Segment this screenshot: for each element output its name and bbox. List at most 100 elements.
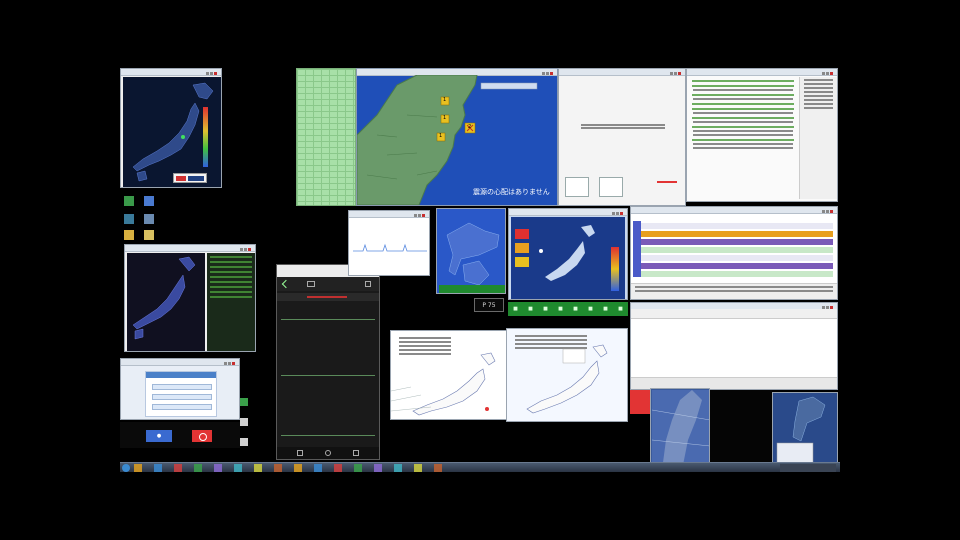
app-icon[interactable]	[240, 418, 248, 426]
minimize-icon[interactable]	[822, 72, 825, 75]
window-controls[interactable]	[223, 360, 237, 365]
window-titlebar[interactable]	[349, 211, 429, 218]
window-titlebar[interactable]	[509, 209, 627, 216]
minimize-icon[interactable]	[670, 72, 673, 75]
clock-icon[interactable]	[434, 464, 442, 472]
folder-icon[interactable]	[124, 214, 134, 224]
menu-icon[interactable]	[365, 281, 371, 287]
calc-icon[interactable]	[314, 464, 322, 472]
recent-icon[interactable]	[353, 450, 359, 456]
close-icon[interactable]	[830, 72, 833, 75]
back-icon[interactable]	[281, 279, 291, 289]
window-controls[interactable]	[205, 70, 219, 75]
close-icon[interactable]	[830, 210, 833, 213]
folder-icon[interactable]	[124, 230, 134, 240]
log-window[interactable]	[686, 68, 838, 202]
app-icon[interactable]	[144, 214, 154, 224]
form-field[interactable]	[152, 384, 212, 390]
close-icon[interactable]	[620, 212, 623, 215]
maximize-icon[interactable]	[826, 72, 829, 75]
event-list-window[interactable]	[630, 206, 838, 300]
folder-icon[interactable]	[134, 464, 142, 472]
drive-icon[interactable]	[144, 196, 154, 206]
minimize-icon[interactable]	[240, 248, 243, 251]
home-icon[interactable]	[307, 281, 315, 287]
network-icon[interactable]	[124, 196, 134, 206]
window-controls[interactable]	[413, 212, 427, 217]
maximize-icon[interactable]	[418, 214, 421, 217]
back-icon[interactable]	[297, 450, 303, 456]
minimize-icon[interactable]	[612, 212, 615, 215]
maximize-icon[interactable]	[826, 210, 829, 213]
quake-info-window[interactable]	[508, 208, 628, 300]
chart-icon[interactable]	[254, 464, 262, 472]
start-button[interactable]: ●	[146, 430, 172, 442]
photo-icon[interactable]	[394, 464, 402, 472]
window-titlebar[interactable]	[125, 245, 255, 252]
list-item[interactable]	[641, 263, 833, 269]
chat-icon[interactable]	[274, 464, 282, 472]
app-icon[interactable]	[240, 398, 248, 406]
maximize-icon[interactable]	[210, 72, 213, 75]
list-item[interactable]	[641, 271, 833, 277]
close-icon[interactable]	[422, 214, 425, 217]
minimize-icon[interactable]	[206, 72, 209, 75]
dialog-window[interactable]	[558, 68, 686, 206]
form-field[interactable]	[152, 394, 212, 400]
satellite-map-window[interactable]	[772, 392, 838, 470]
window-titlebar[interactable]	[687, 69, 837, 76]
quake-map-window-small[interactable]	[120, 68, 222, 188]
list-item[interactable]	[641, 255, 833, 261]
maximize-icon[interactable]	[228, 362, 231, 365]
weather-map-window[interactable]	[390, 330, 510, 420]
list-item[interactable]	[641, 247, 833, 253]
browser-icon[interactable]	[154, 464, 162, 472]
quake-map-window-main[interactable]: 1 1 1 2 震源の心配はありません	[356, 68, 558, 206]
home-icon[interactable]	[325, 450, 331, 456]
maximize-icon[interactable]	[674, 72, 677, 75]
window-titlebar[interactable]	[121, 69, 221, 76]
map-icon[interactable]	[234, 464, 242, 472]
hokkaido-map-window[interactable]	[436, 208, 506, 294]
minimize-icon[interactable]	[822, 210, 825, 213]
terminal-icon[interactable]	[194, 464, 202, 472]
window-controls[interactable]	[821, 70, 835, 75]
close-icon[interactable]	[214, 72, 217, 75]
window-titlebar[interactable]	[631, 207, 837, 214]
radar-map-window[interactable]	[650, 388, 710, 470]
window-controls[interactable]	[821, 208, 835, 213]
app-icon[interactable]	[240, 438, 248, 446]
window-controls[interactable]	[239, 246, 253, 251]
settings-icon[interactable]	[214, 464, 222, 472]
window-controls[interactable]	[669, 70, 683, 75]
window-titlebar[interactable]	[559, 69, 685, 76]
phone-emulator-window[interactable]	[276, 264, 380, 460]
quake-map-window-2[interactable]	[124, 244, 256, 352]
graph-window[interactable]	[348, 210, 430, 276]
music-icon[interactable]	[374, 464, 382, 472]
text-editor-window[interactable]	[630, 302, 838, 390]
close-icon[interactable]	[248, 248, 251, 251]
mail-icon[interactable]	[294, 464, 302, 472]
browser-window[interactable]	[120, 358, 240, 420]
maximize-icon[interactable]	[244, 248, 247, 251]
close-icon[interactable]	[232, 362, 235, 365]
game-icon[interactable]	[414, 464, 422, 472]
note-icon[interactable]	[334, 464, 342, 472]
window-titlebar[interactable]	[121, 359, 239, 366]
stop-button[interactable]	[192, 430, 212, 442]
weather-map-window-2[interactable]	[506, 328, 628, 422]
list-item[interactable]	[641, 223, 833, 229]
start-orb[interactable]	[122, 464, 130, 472]
window-controls[interactable]	[821, 304, 835, 309]
list-item[interactable]	[641, 231, 833, 237]
minimize-icon[interactable]	[414, 214, 417, 217]
form-field[interactable]	[152, 404, 212, 410]
maximize-icon[interactable]	[616, 212, 619, 215]
close-icon[interactable]	[678, 72, 681, 75]
video-icon[interactable]	[354, 464, 362, 472]
minimize-icon[interactable]	[224, 362, 227, 365]
list-item[interactable]	[641, 239, 833, 245]
folder-icon[interactable]	[144, 230, 154, 240]
window-controls[interactable]	[611, 210, 625, 215]
